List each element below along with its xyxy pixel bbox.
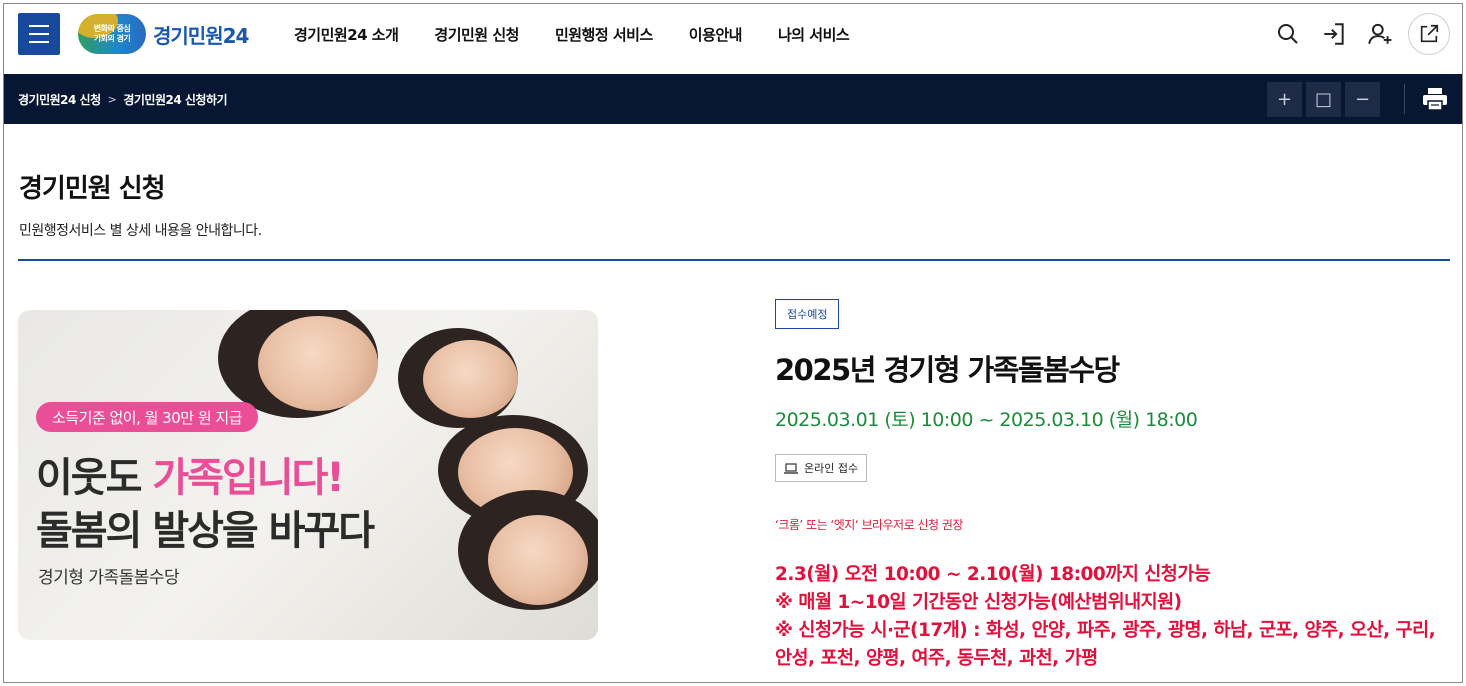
service-info: 접수예정 2025년 경기형 가족돌봄수당 2025.03.01 (토) 10:… — [775, 299, 1445, 673]
search-icon[interactable] — [1270, 16, 1306, 52]
banner-headline: 이웃도 가족입니다! — [36, 455, 345, 501]
notice-line: 2.3(월) 오전 10:00 ~ 2.10(월) 18:00까지 신청가능 — [775, 564, 1211, 585]
service-title: 2025년 경기형 가족돌봄수당 — [775, 353, 1120, 387]
divider — [1404, 84, 1405, 114]
banner-caption: 경기형 가족돌봄수당 — [38, 568, 180, 588]
online-application-badge: 온라인 접수 — [775, 454, 868, 482]
notice-line: ※ 매월 1~10일 기간동안 신청가능(예산범위내지원) — [775, 592, 1182, 613]
application-period: 2025.03.01 (토) 10:00 ~ 2025.03.10 (월) 18… — [775, 409, 1198, 431]
nav-item-my-service[interactable]: 나의 서비스 — [778, 24, 850, 45]
main-nav: 경기민원24 소개 경기민원 신청 민원행정 서비스 이용안내 나의 서비스 — [294, 4, 885, 64]
status-badge: 접수예정 — [775, 299, 840, 329]
zoom-out-button[interactable]: − — [1345, 82, 1380, 117]
print-icon[interactable] — [1422, 87, 1448, 111]
logo-text: 경기민원24 — [153, 23, 249, 48]
laptop-icon — [784, 462, 798, 474]
nav-item-intro[interactable]: 경기민원24 소개 — [294, 24, 399, 45]
banner-photo-face — [258, 316, 378, 411]
page-title: 경기민원 신청 — [19, 174, 166, 204]
service-banner-image: 소득기준 없이, 월 30만 원 지급 이웃도 가족입니다! 돌봄의 발상을 바… — [18, 310, 598, 640]
breadcrumb: 경기민원24 신청 > 경기민원24 신청하기 — [18, 74, 228, 124]
hamburger-icon — [29, 25, 49, 27]
external-link-icon[interactable] — [1408, 13, 1450, 55]
nav-item-guide[interactable]: 이용안내 — [689, 24, 743, 45]
page-subtitle: 민원행정서비스 별 상세 내용을 안내합니다. — [19, 223, 262, 239]
nav-item-apply[interactable]: 경기민원 신청 — [434, 24, 519, 45]
logo-badge: 변화의 중심 기회의 경기 — [78, 14, 146, 54]
zoom-in-button[interactable]: + — [1267, 82, 1302, 117]
nav-item-services[interactable]: 민원행정 서비스 — [555, 24, 653, 45]
utility-icons — [1270, 13, 1450, 55]
logo-badge-line2: 기회의 경기 — [93, 34, 131, 43]
zoom-reset-button[interactable]: □ — [1306, 82, 1341, 117]
logo-badge-line1: 변화의 중심 — [93, 24, 131, 33]
zoom-controls: + □ − — [1267, 82, 1380, 117]
browser-note: ‘크롬’ 또는 ‘엣지‘ 브라우저로 신청 권장 — [775, 518, 963, 532]
breadcrumb-item[interactable]: 경기민원24 신청 — [18, 91, 101, 108]
page-frame: 변화의 중심 기회의 경기 경기민원24 경기민원24 소개 경기민원 신청 민… — [3, 3, 1463, 683]
banner-pill: 소득기준 없이, 월 30만 원 지급 — [36, 402, 258, 432]
user-add-icon[interactable] — [1362, 16, 1398, 52]
notice-block: 2.3(월) 오전 10:00 ~ 2.10(월) 18:00까지 신청가능 ※… — [775, 561, 1445, 673]
notice-line: ※ 신청가능 시·군(17개) : 화성, 안양, 파주, 광주, 광명, 하남… — [775, 620, 1436, 669]
breadcrumb-bar: 경기민원24 신청 > 경기민원24 신청하기 + □ − — [4, 74, 1462, 124]
banner-headline-2: 돌봄의 발상을 바꾸다 — [36, 508, 375, 554]
breadcrumb-item-current[interactable]: 경기민원24 신청하기 — [123, 91, 227, 108]
breadcrumb-separator: > — [107, 92, 117, 106]
login-icon[interactable] — [1316, 16, 1352, 52]
site-logo[interactable]: 변화의 중심 기회의 경기 경기민원24 — [78, 14, 249, 54]
menu-button[interactable] — [18, 13, 60, 55]
title-divider — [18, 259, 1450, 261]
site-header: 변화의 중심 기회의 경기 경기민원24 경기민원24 소개 경기민원 신청 민… — [4, 4, 1462, 74]
